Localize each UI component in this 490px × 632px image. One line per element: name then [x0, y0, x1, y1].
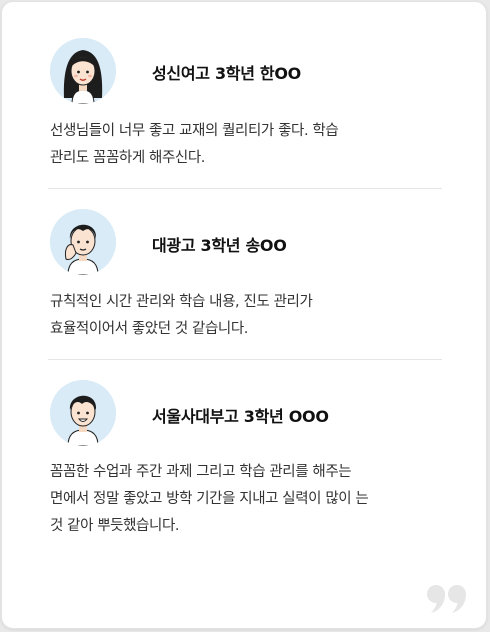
boy-smiling-avatar-icon — [50, 380, 116, 446]
quote-mark-icon — [426, 584, 468, 614]
review-author: 대광고 3학년 송OO — [152, 236, 287, 255]
girl-long-hair-avatar-icon — [50, 38, 116, 104]
review-text-line: 규칙적인 시간 관리와 학습 내용, 진도 관리가 — [50, 294, 313, 310]
boy-hand-on-cheek-avatar-icon — [50, 209, 116, 275]
review-text: 규칙적인 시간 관리와 학습 내용, 진도 관리가 효율적이어서 좋았던 것 같… — [50, 289, 450, 343]
review-author: 성신여고 3학년 한OO — [152, 64, 301, 83]
review-text-line: 효율적이어서 좋았던 것 같습니다. — [50, 321, 248, 337]
review-text-line: 관리도 꼼꼼하게 해주신다. — [50, 150, 205, 166]
review-author: 서울사대부고 3학년 OOO — [152, 407, 329, 426]
review-text-line: 선생님들이 너무 좋고 교재의 퀄리티가 좋다. 학습 — [50, 123, 339, 139]
review-text-line: 꼼꼼한 수업과 주간 과제 그리고 학습 관리를 해주는 — [50, 464, 352, 480]
review-text-line: 것 같아 뿌듯했습니다. — [50, 518, 180, 534]
review-text-line: 면에서 정말 좋았고 방학 기간을 지내고 실력이 많이 는 — [50, 491, 369, 507]
divider — [48, 188, 442, 189]
divider — [48, 359, 442, 360]
review-text: 꼼꼼한 수업과 주간 과제 그리고 학습 관리를 해주는 면에서 정말 좋았고 … — [50, 459, 450, 540]
review-text: 선생님들이 너무 좋고 교재의 퀄리티가 좋다. 학습 관리도 꼼꼼하게 해주신… — [50, 118, 450, 172]
reviews-card: 성신여고 3학년 한OO 선생님들이 너무 좋고 교재의 퀄리티가 좋다. 학습… — [1, 1, 487, 629]
